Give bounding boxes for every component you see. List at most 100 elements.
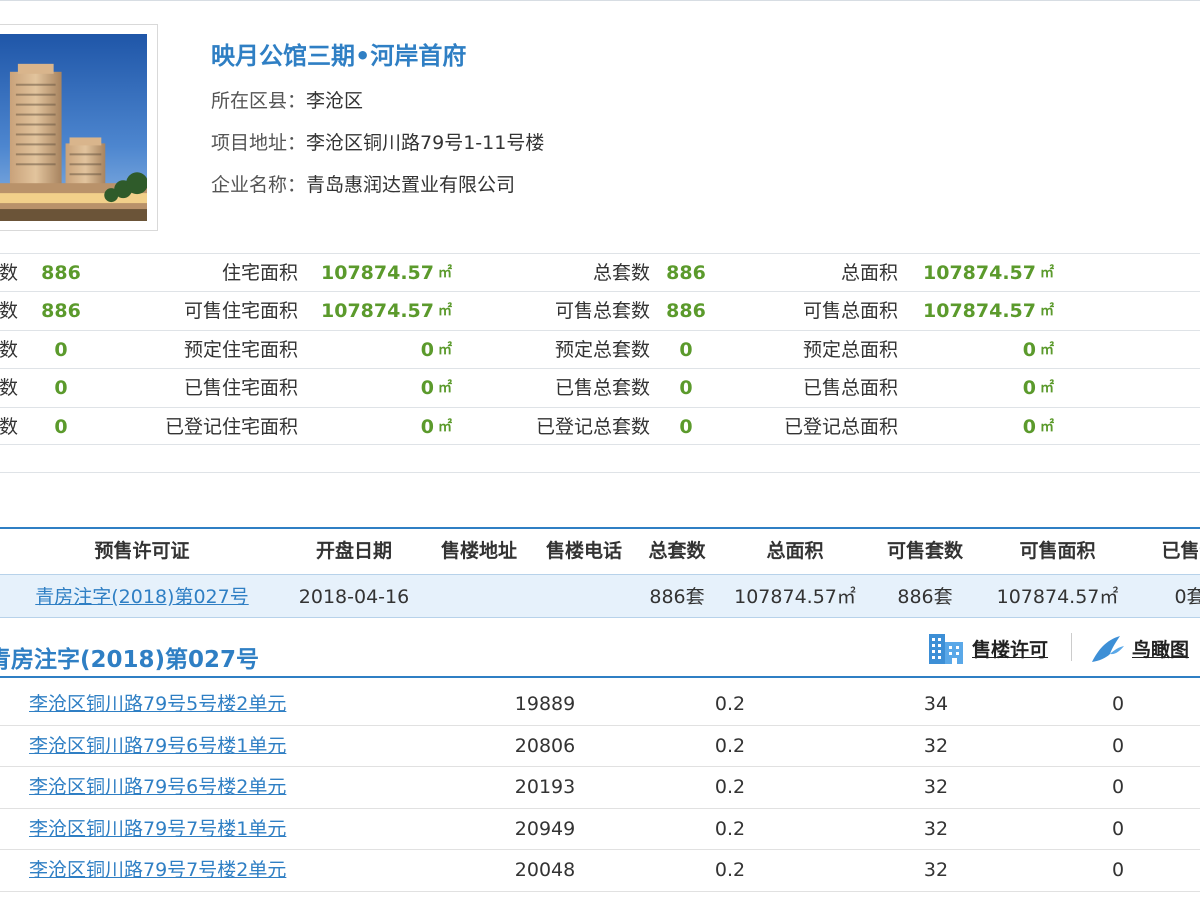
building-address-link[interactable]: 李沧区铜川路79号7号楼2单元 [29, 850, 286, 891]
building-cell: 0.2 [714, 776, 746, 799]
building-icon [929, 634, 963, 664]
stat-value: 0 ㎡ [1022, 377, 1054, 400]
building-list: 李沧区铜川路79号5号楼2单元 19889 0.2 34 0 李沧区铜川路79号… [0, 684, 1200, 892]
stats-row-available: 套数 886 可售住宅面积 107874.57㎡ 可售总套数 886 可售总面积… [0, 291, 1200, 329]
stat-value: 0 [679, 338, 693, 361]
stat-value: 0 ㎡ [420, 377, 452, 400]
available-area-cell: 107874.57㎡ [996, 586, 1119, 608]
building-cell: 0 [1111, 817, 1125, 840]
building-cell: 0 [1111, 734, 1125, 757]
stat-value: 886 [41, 262, 81, 284]
company-value: 青岛惠润达置业有限公司 [306, 174, 516, 196]
stat-value: 886 [41, 300, 81, 323]
stat-label: 套数 [0, 300, 18, 323]
sales-permit-tool[interactable]: 售楼许可 [926, 630, 1048, 666]
stat-label: 预定总套数 [554, 338, 650, 361]
stats-row-registered: 套数 0 已登记住宅面积 0㎡ 已登记总套数 0 已登记总面积 0㎡ [0, 406, 1200, 445]
stat-label: 预定住宅面积 [183, 338, 298, 361]
district-line: 所在区县：李沧区 [211, 86, 363, 113]
stat-label: 可售总套数 [554, 300, 650, 323]
stat-label: 总面积 [840, 262, 898, 284]
bird-icon [1092, 636, 1124, 662]
total-units-cell: 886套 [649, 586, 705, 608]
building-cell: 0.2 [714, 859, 746, 882]
stat-label: 总套数 [592, 262, 650, 284]
col-header: 售楼电话 [545, 540, 622, 562]
open-date-cell: 2018-04-16 [298, 586, 410, 608]
stat-value: 0 [679, 377, 693, 400]
building-cell: 32 [923, 734, 949, 757]
stat-value: 0 [54, 338, 68, 361]
table-row: 李沧区铜川路79号7号楼2单元 20048 0.2 32 0 [0, 850, 1200, 892]
stats-divider [0, 472, 1200, 473]
stat-label: 已售住宅面积 [183, 377, 298, 400]
stats-grid: 套数 886 住宅面积 107874.57㎡ 总套数 886 总面积 10787… [0, 253, 1200, 445]
sales-permit-link[interactable]: 售楼许可 [972, 635, 1048, 662]
building-cell: 0.2 [714, 817, 746, 840]
stat-label: 预定总面积 [802, 338, 898, 361]
stat-value: 107874.57 ㎡ [321, 300, 452, 323]
building-address-link[interactable]: 李沧区铜川路79号6号楼2单元 [29, 767, 286, 808]
company-line: 企业名称：青岛惠润达置业有限公司 [211, 170, 515, 197]
stat-value: 0 ㎡ [420, 338, 452, 361]
stat-label: 可售住宅面积 [183, 300, 298, 323]
project-photo [0, 34, 147, 221]
building-cell: 32 [923, 817, 949, 840]
stats-row-reserved: 套数 0 预定住宅面积 0㎡ 预定总套数 0 预定总面积 0㎡ [0, 329, 1200, 368]
top-divider [0, 0, 1200, 1]
col-header: 总套数 [648, 540, 706, 562]
stat-value: 0 ㎡ [1022, 338, 1054, 361]
building-address-link[interactable]: 李沧区铜川路79号5号楼2单元 [29, 684, 286, 725]
project-title: 映月公馆三期•河岸首府 [211, 42, 467, 70]
stat-value: 886 [666, 300, 706, 323]
building-cell: 19889 [514, 693, 576, 715]
building-address-link[interactable]: 李沧区铜川路79号6号楼1单元 [29, 726, 286, 767]
table-row: 李沧区铜川路79号6号楼1单元 20806 0.2 32 0 [0, 726, 1200, 768]
address-value: 李沧区铜川路79号1-11号楼 [306, 132, 545, 154]
stat-value: 0 [679, 415, 693, 438]
col-header: 开盘日期 [315, 540, 392, 562]
stat-value: 107874.57 ㎡ [923, 262, 1054, 284]
building-cell: 0.2 [714, 734, 746, 757]
building-cell: 34 [923, 693, 949, 715]
sold-units-cell: 0套 [1174, 586, 1200, 608]
col-header: 售楼地址 [440, 540, 517, 562]
permit-table-header: 预售许可证 开盘日期 售楼地址 售楼电话 总套数 总面积 可售套数 可售面积 已… [0, 529, 1200, 573]
stat-value: 886 [666, 262, 706, 284]
table-row: 李沧区铜川路79号6号楼2单元 20193 0.2 32 0 [0, 767, 1200, 809]
stat-label: 套数 [0, 415, 18, 438]
aerial-view-tool[interactable]: 鸟瞰图 [1090, 630, 1189, 666]
stat-label: 住宅面积 [221, 262, 298, 284]
address-label: 项目地址： [211, 132, 307, 154]
stat-value: 107874.57 ㎡ [923, 300, 1054, 323]
sales-phone-cell [534, 575, 634, 619]
col-header: 预售许可证 [94, 540, 190, 562]
permit-number-cell: 青房注字(2018)第027号 [0, 575, 284, 619]
permit-number-link[interactable]: 青房注字(2018)第027号 [35, 586, 248, 608]
building-cell: 20048 [514, 859, 576, 882]
total-area-cell: 107874.57㎡ [734, 586, 856, 608]
building-cell: 32 [923, 776, 949, 799]
building-cell: 0.2 [714, 693, 746, 715]
stat-label: 套数 [0, 338, 18, 361]
section-rule [0, 676, 1200, 678]
col-header: 已售套 [1161, 540, 1200, 562]
building-address-link[interactable]: 李沧区铜川路79号7号楼1单元 [29, 809, 286, 850]
stat-label: 可售总面积 [802, 300, 898, 323]
building-cell: 20193 [514, 776, 576, 799]
sales-address-cell [424, 575, 534, 619]
table-row: 李沧区铜川路79号7号楼1单元 20949 0.2 32 0 [0, 809, 1200, 851]
company-label: 企业名称： [211, 174, 307, 196]
section-title: 青房注字(2018)第027号 [0, 647, 260, 673]
stat-value: 0 ㎡ [1022, 415, 1054, 438]
building-cell: 0 [1111, 776, 1125, 799]
toolbar-separator [1071, 633, 1072, 661]
stat-label: 已售总面积 [802, 377, 898, 400]
stat-label: 已登记总套数 [535, 415, 650, 438]
aerial-view-link[interactable]: 鸟瞰图 [1132, 635, 1189, 662]
building-cell: 20949 [514, 817, 576, 840]
stats-row-total: 套数 886 住宅面积 107874.57㎡ 总套数 886 总面积 10787… [0, 253, 1200, 291]
col-header: 可售面积 [1019, 540, 1096, 562]
building-cell: 0 [1111, 693, 1125, 715]
table-row: 李沧区铜川路79号5号楼2单元 19889 0.2 34 0 [0, 684, 1200, 726]
